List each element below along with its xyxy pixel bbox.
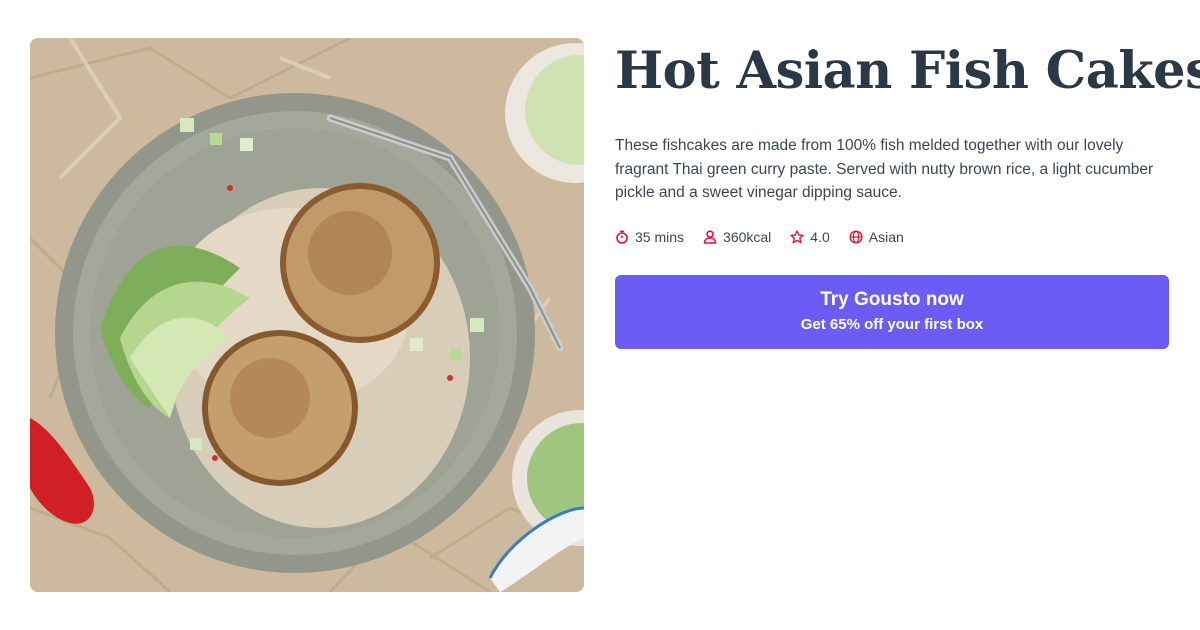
recipe-title: Hot Asian Fish Cakes: [615, 41, 1200, 101]
try-gousto-button[interactable]: Try Gousto now Get 65% off your first bo…: [615, 274, 1169, 349]
person-icon: [703, 229, 717, 244]
meta-calories-label: 360kcal: [723, 228, 772, 245]
meta-time: 35 mins: [615, 229, 684, 245]
recipe-meta: 35 mins 360kcal 4.0 Asian: [615, 229, 1170, 245]
stopwatch-icon: [615, 229, 629, 244]
recipe-photo: [30, 38, 584, 592]
globe-icon: [849, 229, 863, 244]
meta-cuisine: Asian: [849, 229, 904, 245]
cta-main-label: Try Gousto now: [820, 289, 964, 310]
meta-rating: 4.0: [790, 228, 830, 245]
meta-rating-label: 4.0: [810, 228, 830, 245]
meta-cuisine-label: Asian: [868, 228, 904, 245]
meta-calories: 360kcal: [703, 229, 771, 245]
recipe-description: These fishcakes are made from 100% fish …: [615, 137, 1154, 201]
cta-sub-label: Get 65% off your first box: [800, 316, 984, 333]
recipe-details: Hot Asian Fish Cakes These fishcakes are…: [615, 40, 1200, 349]
star-icon: [790, 229, 804, 244]
meta-time-label: 35 mins: [635, 228, 685, 245]
